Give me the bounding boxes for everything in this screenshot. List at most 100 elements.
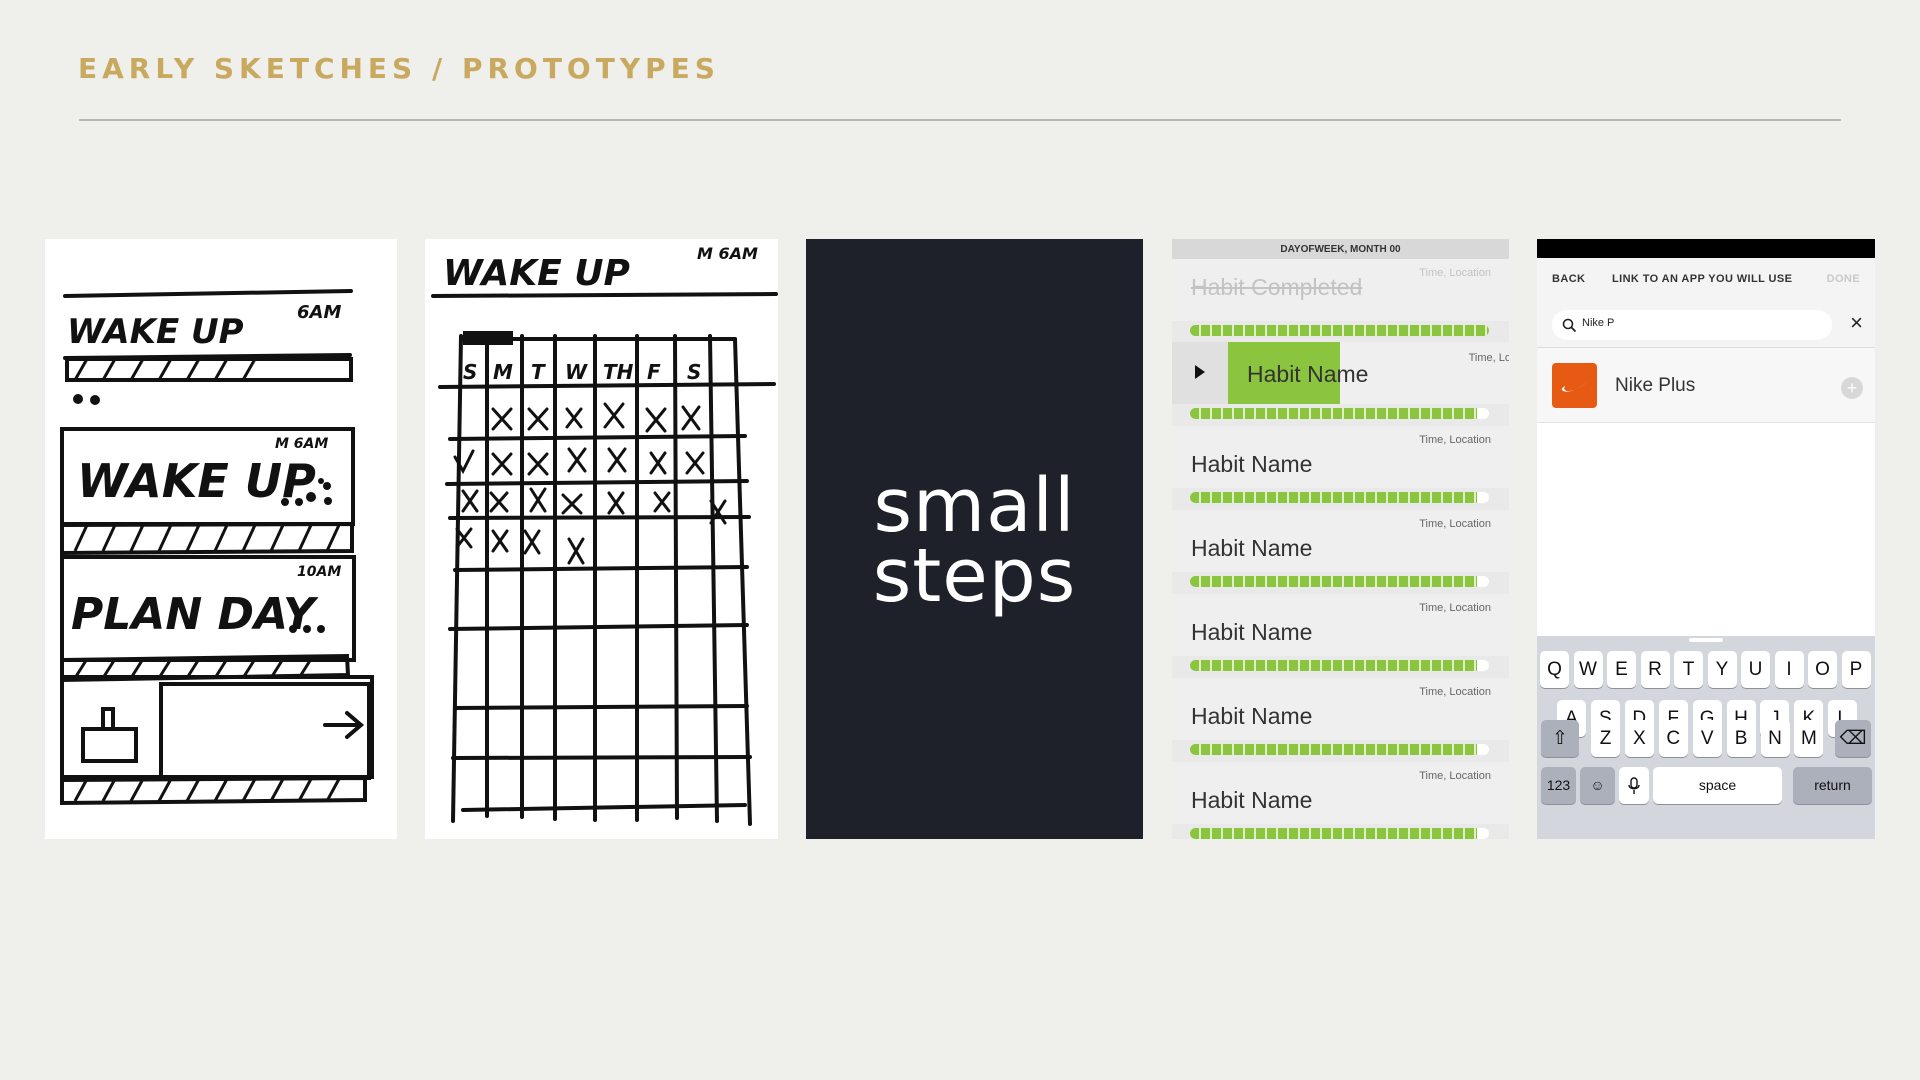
- hand-sketch-week-grid: WAKE UP M 6AM S M T W TH F S: [431, 244, 778, 826]
- habit-row[interactable]: Habit Name Time, Location: [1172, 426, 1509, 488]
- search-input[interactable]: [1582, 317, 1812, 329]
- play-icon: [1195, 365, 1205, 379]
- habit-name: Habit Name: [1191, 703, 1313, 729]
- sketch-day-label: T: [531, 360, 546, 384]
- sketch-wake-time: 6AM: [297, 302, 341, 323]
- nav-title: LINK TO AN APP YOU WILL USE: [1612, 273, 1793, 285]
- hand-sketch-daily-list: WAKE UP 6AM WAKE UP M 6AM PLAN DAY 10AM: [60, 289, 374, 806]
- page-title: EARLY SKETCHES / PROTOTYPES: [78, 52, 720, 85]
- habit-list-screen: DAYOFWEEK, MONTH 00 Habit Completed Time…: [1172, 239, 1509, 839]
- nav-bar: BACK LINK TO AN APP YOU WILL USE DONE: [1537, 258, 1875, 298]
- habit-name: Habit Completed: [1191, 274, 1363, 300]
- sketch-day-label: F: [647, 360, 661, 384]
- numbers-key[interactable]: 123: [1541, 767, 1576, 804]
- sketch-panel-daily: WAKE UP 6AM WAKE UP M 6AM PLAN DAY 10AM: [45, 239, 397, 839]
- key-b[interactable]: B: [1726, 720, 1756, 757]
- habit-meta: Time, Location: [1419, 686, 1491, 698]
- habit-progress-bar: [1190, 492, 1489, 503]
- search-bar: ×: [1537, 298, 1875, 348]
- sketch-plan-time: 10AM: [297, 564, 341, 580]
- habit-row-completed[interactable]: Habit Completed Time, Location: [1172, 259, 1509, 321]
- date-header: DAYOFWEEK, MONTH 00: [1172, 239, 1509, 259]
- key-t[interactable]: T: [1674, 651, 1703, 688]
- brand-wordmark-line1: small: [873, 463, 1076, 549]
- brand-panel: small steps: [806, 239, 1143, 839]
- habit-name: Habit Name: [1247, 361, 1369, 387]
- habit-meta: Time, Location: [1419, 602, 1491, 614]
- habit-progress-fill: [1190, 408, 1478, 419]
- habit-meta: Time, Location: [1419, 434, 1491, 446]
- key-y[interactable]: Y: [1707, 651, 1737, 688]
- habit-row[interactable]: Habit Name Time, Location: [1172, 762, 1509, 824]
- status-bar: [1537, 239, 1875, 258]
- search-field[interactable]: [1552, 310, 1832, 340]
- key-o[interactable]: O: [1808, 651, 1837, 688]
- habit-name: Habit Name: [1191, 619, 1313, 645]
- key-w[interactable]: W: [1573, 651, 1603, 688]
- backspace-key[interactable]: ⌫: [1835, 720, 1871, 757]
- add-app-button[interactable]: +: [1841, 377, 1863, 399]
- key-v[interactable]: V: [1692, 720, 1722, 757]
- habit-row-active[interactable]: Habit Name Time, Lo: [1172, 342, 1509, 404]
- habit-progress-bar: [1190, 744, 1489, 755]
- habit-meta: Time, Location: [1419, 267, 1491, 279]
- clear-search-button[interactable]: ×: [1850, 310, 1863, 336]
- habit-progress-fill: [1190, 660, 1478, 671]
- brand-wordmark-line2: steps: [872, 533, 1077, 619]
- habit-name: Habit Name: [1191, 451, 1313, 477]
- key-u[interactable]: U: [1741, 651, 1770, 688]
- habit-name: Habit Name: [1191, 535, 1313, 561]
- app-result-row[interactable]: Nike Plus +: [1537, 348, 1875, 423]
- shift-key[interactable]: ⇧: [1541, 720, 1579, 757]
- key-p[interactable]: P: [1841, 651, 1871, 688]
- habit-name: Habit Name: [1191, 787, 1313, 813]
- key-e[interactable]: E: [1607, 651, 1636, 688]
- sketch-day-label: S: [463, 360, 477, 384]
- sketch-day-label: TH: [603, 360, 634, 384]
- habit-progress-fill: [1190, 828, 1478, 839]
- habit-progress-bar: [1190, 576, 1489, 587]
- habit-progress-fill: [1190, 325, 1489, 336]
- key-n[interactable]: N: [1760, 720, 1790, 757]
- sketch-wake2-label: WAKE UP: [77, 454, 316, 508]
- habit-progress-bar: [1190, 660, 1489, 671]
- habit-meta: Time, Location: [1419, 518, 1491, 530]
- emoji-key[interactable]: ☺: [1580, 767, 1615, 804]
- done-button[interactable]: DONE: [1827, 273, 1860, 285]
- play-button[interactable]: [1172, 342, 1228, 404]
- sketch-grid-day-labels: S M T W TH F S: [463, 360, 701, 384]
- habit-row[interactable]: Habit Name Time, Location: [1172, 678, 1509, 740]
- sketch-day-label: W: [565, 360, 588, 384]
- back-button[interactable]: BACK: [1552, 273, 1585, 285]
- key-z[interactable]: Z: [1591, 720, 1620, 757]
- habit-progress-bar: [1190, 408, 1489, 419]
- mic-key[interactable]: [1619, 767, 1649, 804]
- return-key[interactable]: return: [1793, 767, 1872, 804]
- sketch-day-label: M: [493, 360, 513, 384]
- title-divider: [79, 119, 1841, 121]
- sketch-plan-label: PLAN DAY: [71, 589, 319, 640]
- habit-progress-bar: [1190, 325, 1489, 336]
- key-c[interactable]: C: [1658, 720, 1688, 757]
- key-i[interactable]: I: [1774, 651, 1804, 688]
- microphone-icon: [1628, 777, 1640, 794]
- keyboard-handle: [1689, 638, 1723, 642]
- key-q[interactable]: Q: [1540, 651, 1569, 688]
- sketch-grid-time: M 6AM: [697, 244, 758, 263]
- sketch-grid-title: WAKE UP: [443, 253, 630, 294]
- habit-progress-fill: [1190, 744, 1478, 755]
- app-result-name: Nike Plus: [1615, 375, 1696, 396]
- key-x[interactable]: X: [1624, 720, 1654, 757]
- space-key[interactable]: space: [1653, 767, 1782, 804]
- habit-row[interactable]: Habit Name Time, Location: [1172, 594, 1509, 656]
- key-r[interactable]: R: [1640, 651, 1670, 688]
- habit-meta: Time, Lo: [1468, 352, 1509, 364]
- sketch-wake2-time: M 6AM: [275, 436, 328, 452]
- habit-progress-bar: [1190, 828, 1489, 839]
- habit-meta: Time, Location: [1419, 770, 1491, 782]
- search-icon: [1562, 318, 1577, 333]
- habit-row[interactable]: Habit Name Time, Location: [1172, 510, 1509, 572]
- key-m[interactable]: M: [1794, 720, 1824, 757]
- link-app-screen: BACK LINK TO AN APP YOU WILL USE DONE × …: [1537, 239, 1875, 839]
- sketch-panel-week-grid: WAKE UP M 6AM S M T W TH F S: [425, 239, 778, 839]
